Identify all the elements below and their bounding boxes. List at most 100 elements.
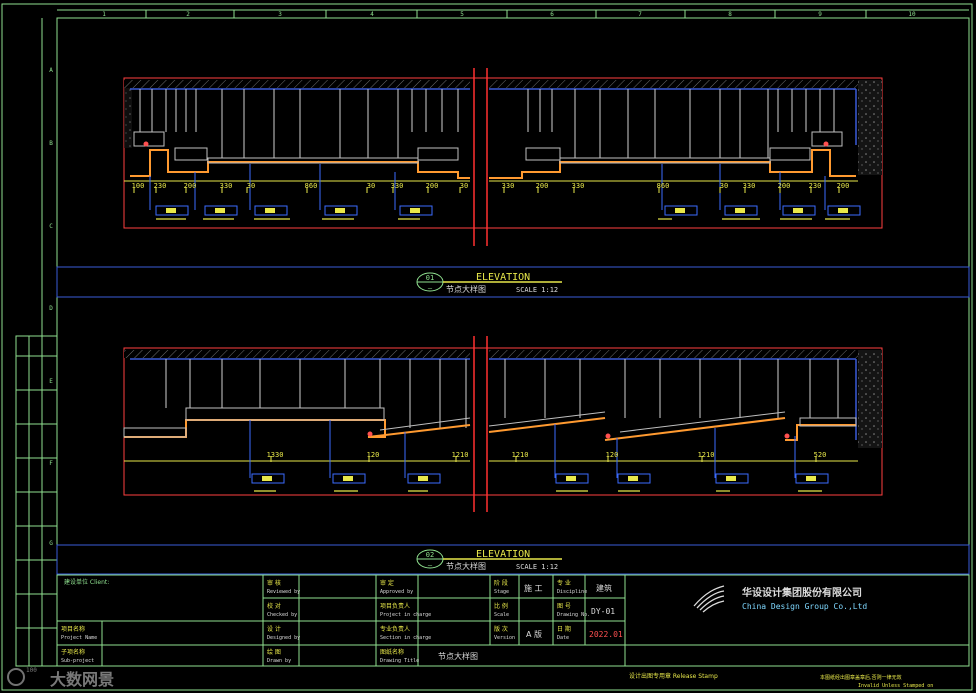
date-value: 2022.01	[589, 630, 623, 639]
grid-column-label: 6	[550, 11, 554, 18]
stage-label: 阶 段	[494, 579, 508, 587]
grid-column-label: 10	[908, 11, 916, 18]
dimension-label: 860	[305, 182, 318, 190]
company-name-cn: 华设设计集团股份有限公司	[742, 586, 862, 599]
dimension-label: 1330	[267, 451, 284, 459]
dimension-label: 200	[536, 182, 549, 190]
dimension-label: 30	[247, 182, 255, 190]
grid-column-label: 2	[186, 11, 190, 18]
dimension-label: 230	[809, 182, 822, 190]
dimension-label: 230	[154, 182, 167, 190]
elevation-02-section: 1330 120 1210 1210 120 1210 520	[123, 336, 883, 512]
drawn-en: Drawn by	[267, 658, 291, 664]
version-value: A 版	[526, 629, 542, 639]
pm-en: Project in charge	[380, 612, 431, 618]
drawing-no-value: DY-01	[591, 607, 615, 616]
grid-column-label: 8	[728, 11, 732, 18]
project-name-label: 项目名称	[61, 625, 85, 633]
elevation-01-title: 01 – ELEVATION 节点大样图 SCALE 1:12	[56, 266, 970, 298]
elevation-02-scale: SCALE 1:12	[516, 563, 558, 571]
stage-en: Stage	[494, 589, 509, 595]
dimension-label: 330	[502, 182, 515, 190]
dimension-label: 30	[460, 182, 468, 190]
dimension-label: 200	[837, 182, 850, 190]
watermark-logo-icon: 100	[7, 667, 37, 686]
drawn-label: 绘 图	[267, 648, 281, 656]
dimension-label: 860	[657, 182, 670, 190]
checked-en: Checked by	[267, 612, 297, 618]
grid-row-label: C	[49, 223, 53, 230]
drawing-title-label: 图纸名称	[380, 648, 404, 656]
material-tags-01	[155, 205, 861, 216]
elevation-01-section: 100 230 200 330 30 860 30 330 200 30 330 200 330 860 3…	[123, 68, 883, 246]
drawing-title-value: 节点大样图	[438, 651, 478, 661]
scale-label: 比 例	[494, 602, 508, 610]
release-stamp-label: 设计出图专用章 Release Stamp	[629, 672, 718, 680]
elevation-01-scale: SCALE 1:12	[516, 286, 558, 294]
discipline-value: 建筑	[596, 583, 612, 593]
elevation-02-title: 02 – ELEVATION 节点大样图 SCALE 1:12	[56, 544, 970, 575]
grid-column-label: 3	[278, 11, 282, 18]
dimension-label: 100	[132, 182, 145, 190]
subproject-en: Sub-project	[61, 658, 94, 664]
checked-label: 校 对	[267, 602, 281, 610]
approver-en: Approved by	[380, 589, 413, 595]
dimension-label: 520	[814, 451, 827, 459]
scale-en: Scale	[494, 612, 509, 618]
grid-column-label: 4	[370, 11, 374, 18]
drawing-title-en: Drawing Title	[380, 658, 419, 664]
pm-label: 项目负责人	[380, 602, 410, 610]
material-tags-02	[251, 473, 829, 484]
dimension-label: 200	[778, 182, 791, 190]
svg-text:100: 100	[26, 667, 37, 674]
client-label: 建设单位 Client:	[64, 578, 109, 586]
elevation-02-number: 02	[426, 551, 434, 559]
dimension-label: 1210	[512, 451, 529, 459]
drawing-no-label: 图 号	[557, 603, 571, 610]
grid-row-markers: A B C D E F G	[49, 67, 53, 547]
stage-value: 施 工	[524, 583, 543, 593]
date-label: 日 期	[557, 625, 571, 633]
elevation-01-heading: ELEVATION	[476, 272, 530, 283]
discipline-head-label: 专业负责人	[380, 625, 410, 633]
grid-column-label: 1	[102, 11, 106, 18]
grid-row-label: F	[49, 460, 53, 467]
grid-row-label: B	[49, 140, 53, 147]
grid-column-markers: 1 2 3 4 5 6 7 8 9 10	[102, 10, 916, 18]
reviewed-label: 审 核	[267, 579, 281, 587]
dimension-label: 120	[606, 451, 619, 459]
grid-column-label: 9	[818, 11, 822, 18]
date-en: Date	[557, 635, 569, 641]
subproject-label: 子项名称	[61, 648, 85, 656]
grid-row-label: D	[49, 305, 53, 312]
dimension-label: 1210	[698, 451, 715, 459]
designed-label: 设 计	[267, 625, 281, 633]
elevation-01-subtitle: 节点大样图	[446, 284, 486, 294]
grid-row-label: G	[49, 540, 53, 547]
dimension-label: 200	[426, 182, 439, 190]
dimension-label: 330	[743, 182, 756, 190]
designed-en: Designed by	[267, 635, 300, 641]
version-label: 版 次	[494, 625, 508, 633]
version-en: Version	[494, 635, 515, 641]
discipline-en: Discipline	[557, 589, 587, 595]
dimension-label: 330	[391, 182, 404, 190]
elevation-02-heading: ELEVATION	[476, 549, 530, 560]
grid-column-label: 5	[460, 11, 464, 18]
approver-label: 审 定	[380, 579, 394, 587]
company-logo-icon	[693, 585, 725, 613]
elevation-02-subtitle: 节点大样图	[446, 561, 486, 571]
cad-drawing-canvas: 1 2 3 4 5 6 7 8 9 10 ABCDEFG 100 230 200…	[1, 3, 973, 691]
dimension-label: 30	[720, 182, 728, 190]
dimension-label: 120	[367, 451, 380, 459]
discipline-label: 专 业	[557, 579, 571, 587]
discipline-head-en: Section in charge	[380, 635, 431, 641]
reviewed-en: Reviewed by	[267, 589, 300, 595]
footer-note-en: Invalid Unless Stamped on	[858, 683, 933, 689]
grid-column-label: 7	[638, 11, 642, 18]
drawing-no-en: Drawing No.	[557, 612, 590, 618]
dimension-label: 200	[184, 182, 197, 190]
footer-note-cn: 本图纸经出图章盖章后,否则一律无效	[820, 674, 902, 681]
dimension-label: 30	[367, 182, 375, 190]
dimension-label: 1210	[452, 451, 469, 459]
